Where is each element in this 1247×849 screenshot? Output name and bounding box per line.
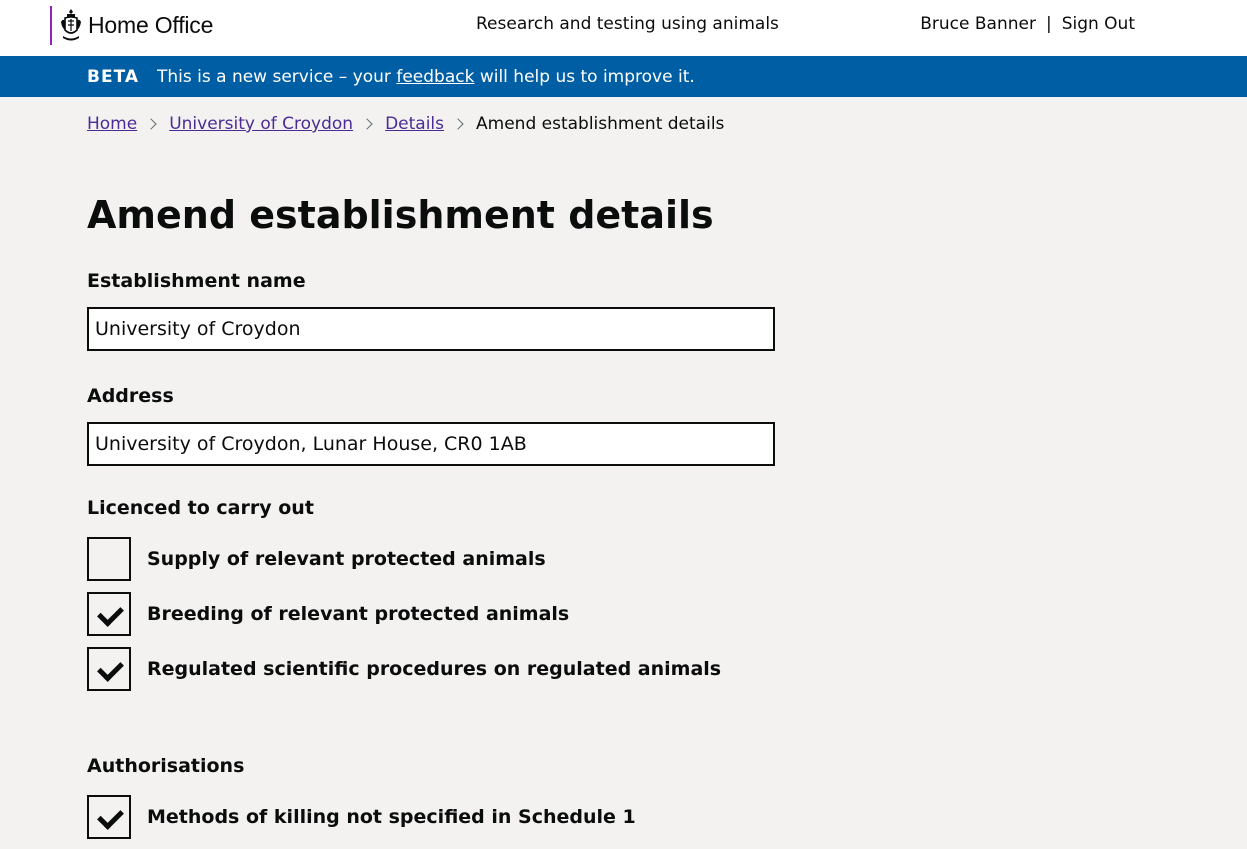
user-separator: | xyxy=(1045,14,1052,34)
home-office-logo[interactable]: Home Office xyxy=(50,6,213,45)
site-header: Home Office Research and testing using a… xyxy=(0,0,1247,56)
page-title: Amend establishment details xyxy=(87,193,714,237)
breadcrumb: Home University of Croydon Details Amend… xyxy=(87,114,724,134)
authorisation-killing-checkbox[interactable] xyxy=(87,795,131,839)
authorisation-killing-checkbox-row[interactable]: Methods of killing not specified in Sche… xyxy=(87,795,636,839)
licence-supply-checkbox[interactable] xyxy=(87,537,131,581)
chevron-right-icon xyxy=(452,118,464,130)
licence-procedures-label[interactable]: Regulated scientific procedures on regul… xyxy=(147,658,721,680)
licence-procedures-checkbox-row[interactable]: Regulated scientific procedures on regul… xyxy=(87,647,721,691)
address-label: Address xyxy=(87,385,174,407)
beta-banner: BETA This is a new service – your feedba… xyxy=(0,56,1247,97)
logo-text: Home Office xyxy=(88,12,214,38)
breadcrumb-current: Amend establishment details xyxy=(476,114,725,134)
user-name-link[interactable]: Bruce Banner xyxy=(920,14,1036,34)
beta-message: This is a new service – your feedback wi… xyxy=(157,67,695,87)
beta-tag: BETA xyxy=(87,67,140,87)
chevron-right-icon xyxy=(361,118,373,130)
breadcrumb-home[interactable]: Home xyxy=(87,114,137,134)
breadcrumb-establishment[interactable]: University of Croydon xyxy=(169,114,353,134)
service-name[interactable]: Research and testing using animals xyxy=(476,14,779,34)
licences-legend: Licenced to carry out xyxy=(87,497,314,519)
licence-breeding-checkbox-row[interactable]: Breeding of relevant protected animals xyxy=(87,592,569,636)
establishment-name-input[interactable] xyxy=(87,307,775,351)
beta-message-after: will help us to improve it. xyxy=(474,67,695,87)
address-input[interactable] xyxy=(87,422,775,466)
licence-supply-checkbox-row[interactable]: Supply of relevant protected animals xyxy=(87,537,546,581)
licence-supply-label[interactable]: Supply of relevant protected animals xyxy=(147,548,546,570)
breadcrumb-details[interactable]: Details xyxy=(385,114,444,134)
user-area: Bruce Banner | Sign Out xyxy=(920,14,1135,34)
chevron-right-icon xyxy=(145,118,157,130)
establishment-name-label: Establishment name xyxy=(87,270,306,292)
royal-crest-icon xyxy=(61,8,81,40)
beta-message-before: This is a new service – your xyxy=(157,67,397,87)
authorisations-legend: Authorisations xyxy=(87,755,245,777)
feedback-link[interactable]: feedback xyxy=(396,67,474,87)
licence-breeding-label[interactable]: Breeding of relevant protected animals xyxy=(147,603,569,625)
authorisation-killing-label[interactable]: Methods of killing not specified in Sche… xyxy=(147,806,636,828)
licence-breeding-checkbox[interactable] xyxy=(87,592,131,636)
sign-out-link[interactable]: Sign Out xyxy=(1062,14,1135,34)
licence-procedures-checkbox[interactable] xyxy=(87,647,131,691)
